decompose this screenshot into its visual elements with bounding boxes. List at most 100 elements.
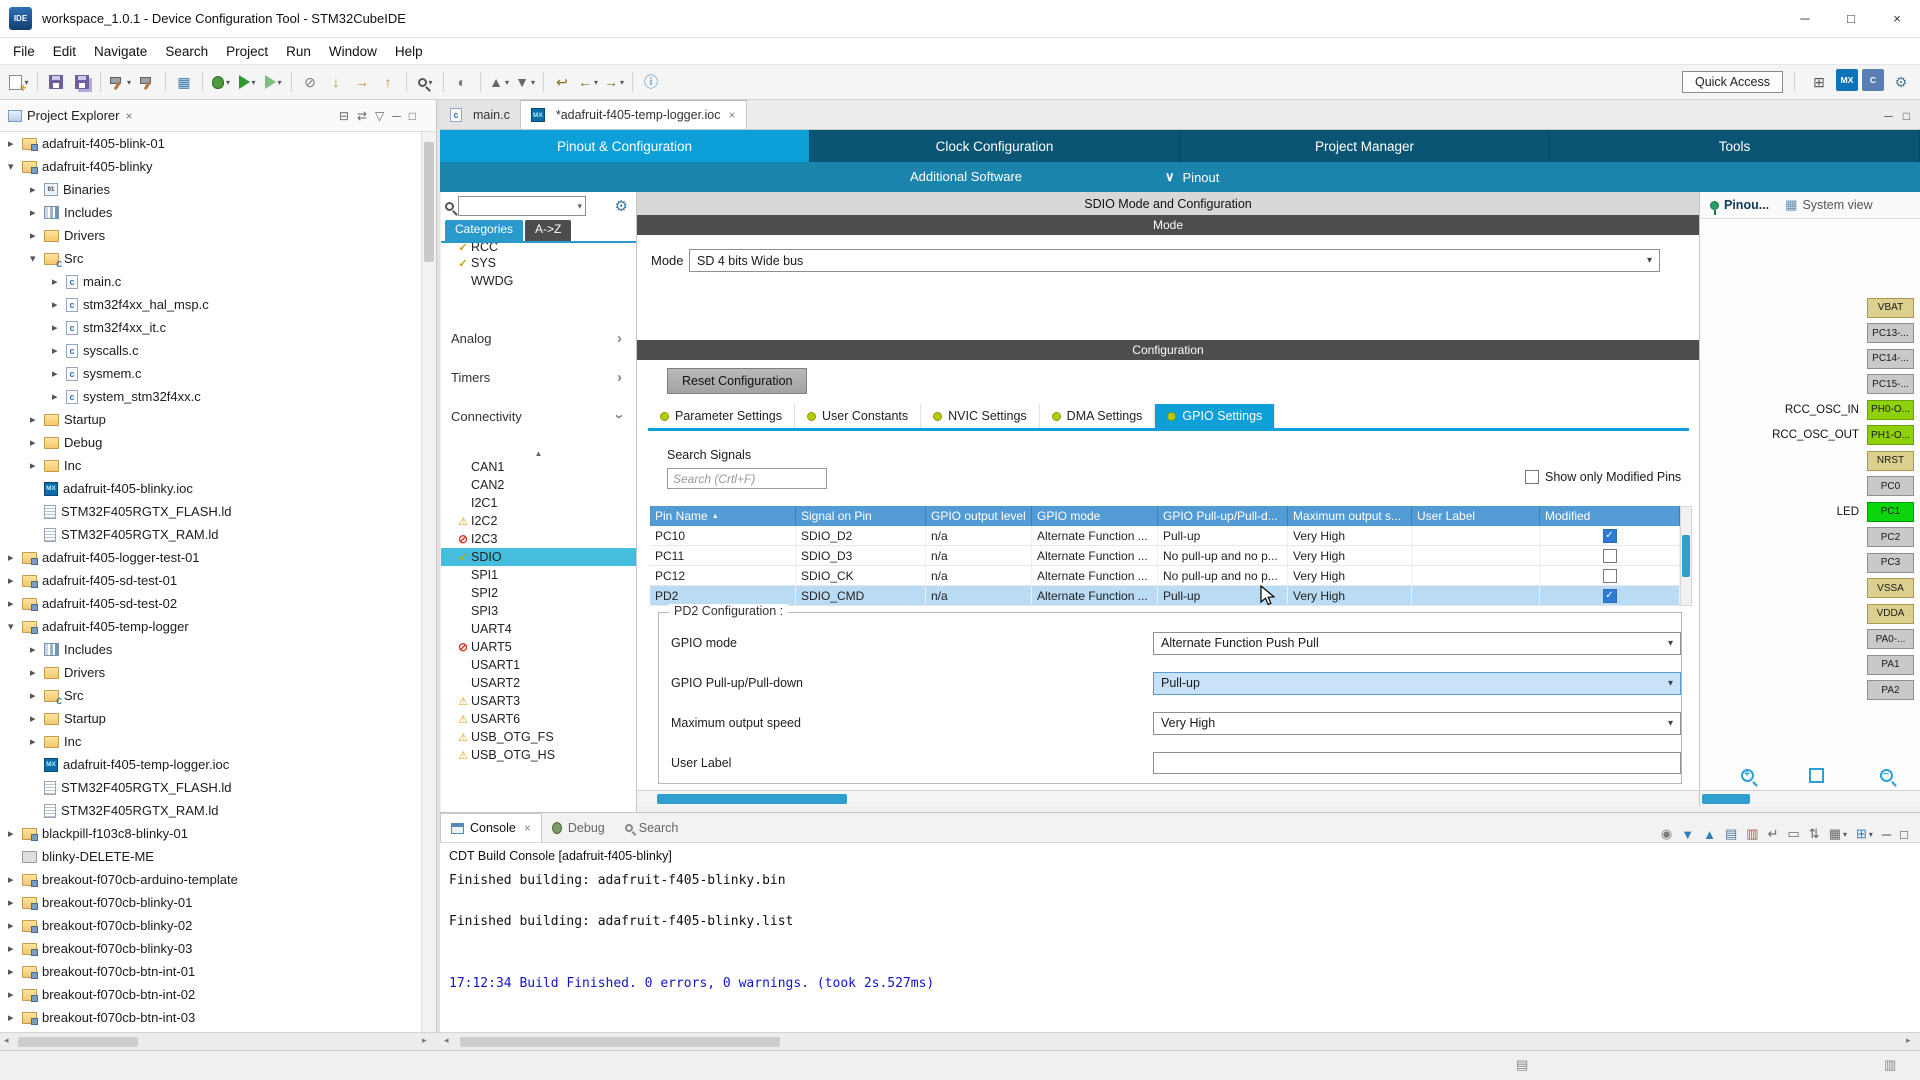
column-header-2[interactable]: Signal on Pin	[796, 506, 926, 526]
pinout-tab-pinou-[interactable]: Pinou...	[1704, 192, 1775, 218]
tree-item[interactable]: STM32F405RGTX_FLASH.ld	[0, 500, 420, 523]
pin-pa2[interactable]: PA2	[1867, 680, 1914, 700]
scroll-down-icon[interactable]: ▼	[1681, 827, 1694, 842]
menu-window[interactable]: Window	[320, 41, 386, 62]
toggle-occurrences-icon[interactable]: ◐	[450, 69, 474, 95]
pin-ph1o[interactable]: PH1-O...	[1867, 425, 1914, 445]
new-wizard-icon[interactable]: ▾	[7, 69, 31, 95]
debug-icon[interactable]: ▾	[209, 69, 233, 95]
expand-collapsed-icon[interactable]: ▸	[30, 712, 44, 725]
tree-item[interactable]: ▸Includes	[0, 638, 420, 661]
status-edit-icon[interactable]: ▤	[1516, 1057, 1528, 1073]
expand-collapsed-icon[interactable]: ▸	[8, 551, 22, 564]
pin-nrst[interactable]: NRST	[1867, 451, 1914, 471]
peripheral-wwdg[interactable]: WWDG	[441, 272, 636, 290]
minimize-icon[interactable]: ─	[1882, 827, 1891, 842]
expand-collapsed-icon[interactable]: ▸	[30, 689, 44, 702]
save-icon[interactable]	[44, 69, 68, 95]
pin-vbat[interactable]: VBAT	[1867, 298, 1914, 318]
close-icon[interactable]: ×	[125, 109, 132, 123]
peripheral-usb_otg_hs[interactable]: ⚠USB_OTG_HS	[441, 746, 636, 764]
device-config-perspective-icon[interactable]: ⚙	[1889, 69, 1913, 95]
pinout-menu[interactable]: ∨Pinout	[1165, 169, 1219, 185]
explorer-horizontal-scrollbar[interactable]: ◂ ▸	[0, 1033, 437, 1051]
close-icon[interactable]: ×	[524, 821, 531, 835]
build-icon[interactable]: ▾	[107, 69, 133, 95]
peripheral-sdio[interactable]: ✓SDIO	[441, 548, 636, 566]
tree-item[interactable]: ▸cstm32f4xx_it.c	[0, 316, 420, 339]
expand-expanded-icon[interactable]: ▾	[8, 160, 22, 173]
expand-collapsed-icon[interactable]: ▸	[8, 873, 22, 886]
scroll-right-icon[interactable]: ▸	[422, 1035, 427, 1046]
maximize-button[interactable]: □	[1828, 0, 1874, 38]
skip-breakpoints-icon[interactable]: ⊘	[298, 69, 322, 95]
modified-checkbox[interactable]	[1603, 569, 1617, 583]
tree-item[interactable]: STM32F405RGTX_RAM.ld	[0, 523, 420, 546]
close-icon[interactable]: ×	[729, 108, 736, 122]
tree-item[interactable]: ▸Startup	[0, 408, 420, 431]
zoom-out-icon[interactable]: −	[1875, 764, 1897, 786]
minimize-icon[interactable]: ─	[392, 109, 401, 123]
expand-collapsed-icon[interactable]: ▸	[8, 942, 22, 955]
expand-collapsed-icon[interactable]: ▸	[52, 390, 66, 403]
peripheral-spi1[interactable]: SPI1	[441, 566, 636, 584]
tab-parameter-settings[interactable]: Parameter Settings	[648, 404, 795, 428]
pin-pc0[interactable]: PC0	[1867, 476, 1914, 496]
expand-collapsed-icon[interactable]: ▸	[30, 413, 44, 426]
tree-item[interactable]: ▸cmain.c	[0, 270, 420, 293]
menu-run[interactable]: Run	[277, 41, 320, 62]
column-header-8[interactable]: Modified	[1540, 506, 1680, 526]
quick-access-button[interactable]: Quick Access	[1682, 71, 1783, 93]
previous-annotation-icon[interactable]: ▲▾	[487, 69, 511, 95]
tree-item[interactable]: ▸adafruit-f405-sd-test-02	[0, 592, 420, 615]
scrollbar-thumb[interactable]	[424, 142, 434, 262]
maximize-icon[interactable]: □	[1903, 109, 1910, 123]
pinout-horizontal-scrollbar[interactable]	[1700, 790, 1920, 806]
expand-collapsed-icon[interactable]: ▸	[30, 183, 44, 196]
expand-collapsed-icon[interactable]: ▸	[30, 436, 44, 449]
pin-pa0[interactable]: PA0-...	[1867, 629, 1914, 649]
tree-item[interactable]: STM32F405RGTX_FLASH.ld	[0, 776, 420, 799]
expand-collapsed-icon[interactable]: ▸	[52, 321, 66, 334]
scroll-left-icon[interactable]: ◂	[4, 1035, 9, 1046]
tree-item[interactable]: ▸adafruit-f405-blink-01	[0, 132, 420, 155]
additional-software-menu[interactable]: Additional Software	[910, 169, 1022, 184]
pin-pc15[interactable]: PC15-...	[1867, 374, 1914, 394]
scrollbar-thumb[interactable]	[1702, 794, 1750, 804]
tree-item[interactable]: ▸01Binaries	[0, 178, 420, 201]
tree-item[interactable]: ▸csyscalls.c	[0, 339, 420, 362]
pin-pc2[interactable]: PC2	[1867, 527, 1914, 547]
tree-item[interactable]: ▸csysmem.c	[0, 362, 420, 385]
pin-pc14[interactable]: PC14-...	[1867, 349, 1914, 369]
expand-collapsed-icon[interactable]: ▸	[8, 919, 22, 932]
expand-collapsed-icon[interactable]: ▸	[30, 229, 44, 242]
tab-clock-configuration[interactable]: Clock Configuration	[810, 130, 1180, 162]
expand-collapsed-icon[interactable]: ▸	[8, 574, 22, 587]
console-tab-console[interactable]: Console×	[440, 813, 542, 842]
back-icon[interactable]: ←▾	[576, 69, 600, 95]
show-modified-checkbox[interactable]	[1525, 470, 1539, 484]
step-into-icon[interactable]: ↓	[324, 69, 348, 95]
scrollbar-thumb[interactable]	[18, 1037, 138, 1047]
collapse-all-icon[interactable]: ⊟	[339, 109, 349, 123]
table-row-pc10[interactable]: PC10SDIO_D2n/aAlternate Function ...Pull…	[650, 526, 1680, 546]
step-over-icon[interactable]: →	[350, 69, 374, 95]
peripheral-i2c3[interactable]: ⊘I2C3	[441, 530, 636, 548]
column-header-7[interactable]: User Label	[1412, 506, 1540, 526]
peripheral-spi2[interactable]: SPI2	[441, 584, 636, 602]
tab-project-manager[interactable]: Project Manager	[1180, 130, 1550, 162]
pin-vdda[interactable]: VDDA	[1867, 604, 1914, 624]
expand-expanded-icon[interactable]: ▾	[30, 252, 44, 265]
tree-item[interactable]: MXadafruit-f405-blinky.ioc	[0, 477, 420, 500]
tree-item[interactable]: ▸Src	[0, 684, 420, 707]
save-all-icon[interactable]	[70, 69, 94, 95]
column-header-4[interactable]: GPIO mode	[1032, 506, 1158, 526]
tab-pinout-configuration[interactable]: Pinout & Configuration	[440, 130, 810, 162]
pin-ph0o[interactable]: PH0-O...	[1867, 400, 1914, 420]
tree-item[interactable]: ▸blackpill-f103c8-blinky-01	[0, 822, 420, 845]
pin-pa1[interactable]: PA1	[1867, 655, 1914, 675]
config-horizontal-scrollbar[interactable]	[637, 790, 1699, 806]
tab-gpio-settings[interactable]: GPIO Settings	[1155, 404, 1275, 428]
tree-item[interactable]: ▸Drivers	[0, 224, 420, 247]
peripheral-usart2[interactable]: USART2	[441, 674, 636, 692]
